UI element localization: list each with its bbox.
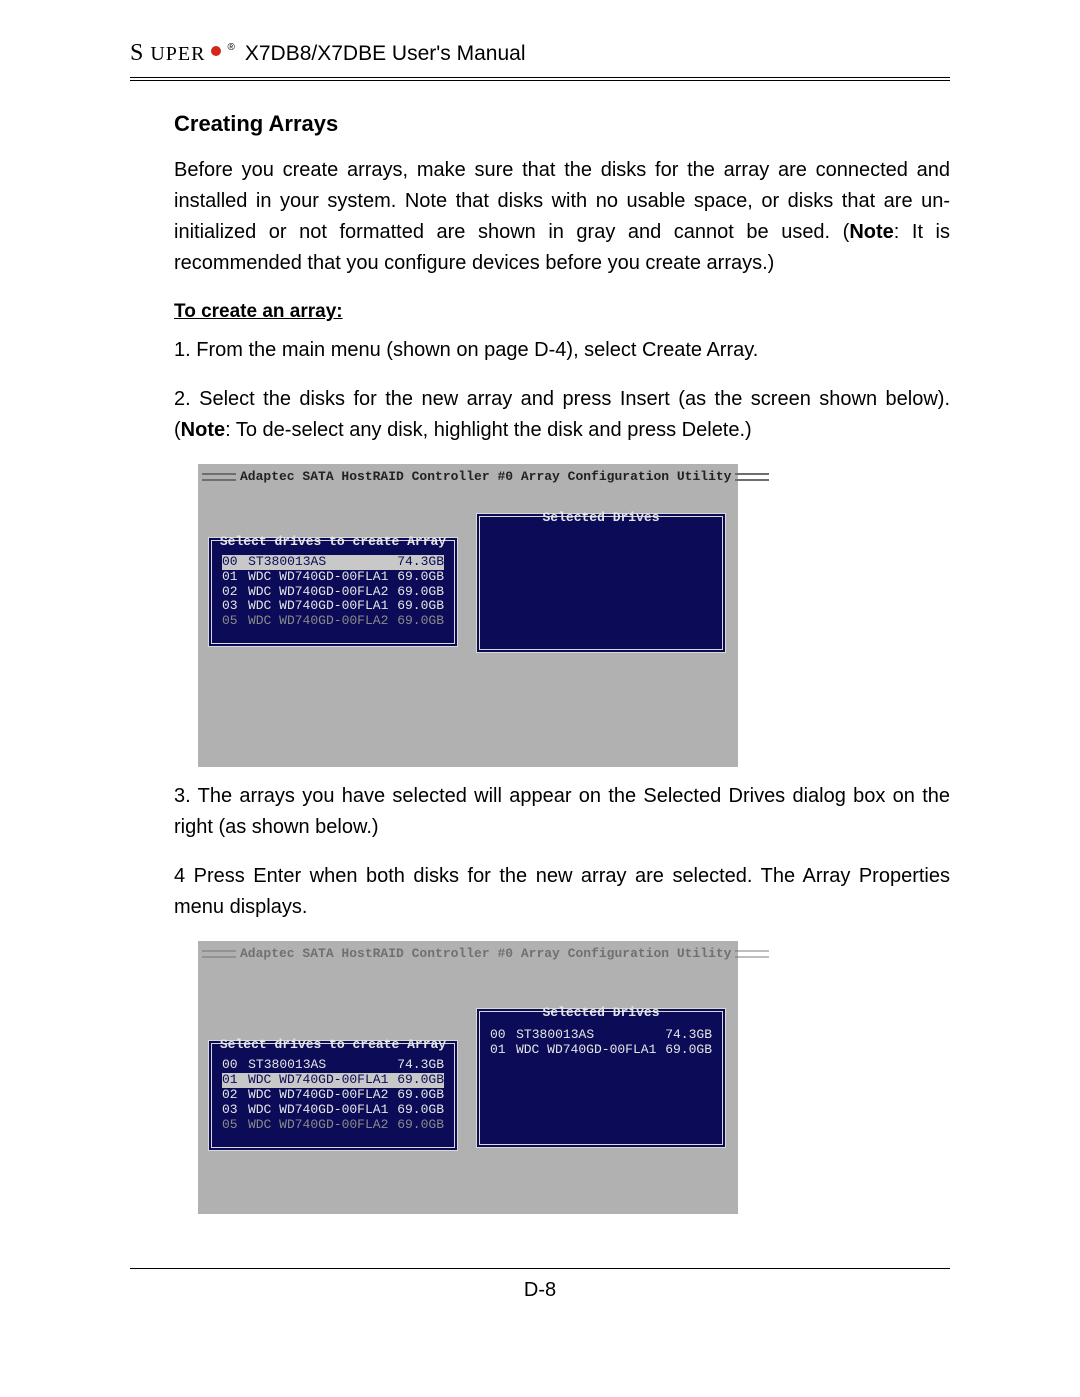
drive-list: 00ST380013AS74.3GB01WDC WD740GD-00FLA169… xyxy=(222,1058,444,1133)
drive-row: 02WDC WD740GD-00FLA269.0GB xyxy=(222,585,444,600)
drive-row: 05WDC WD740GD-00FLA269.0GB xyxy=(222,1118,444,1133)
manual-title: X7DB8/X7DBE User's Manual xyxy=(245,42,526,66)
drive-row: 01WDC WD740GD-00FLA169.0GB xyxy=(490,1043,712,1058)
drive-size: 69.0GB xyxy=(388,1073,444,1088)
brand-initial: S xyxy=(130,40,144,67)
screenshot-title: Adaptec SATA HostRAID Controller #0 Arra… xyxy=(236,944,735,964)
drive-model: WDC WD740GD-00FLA2 xyxy=(248,585,388,600)
brand-dot-icon xyxy=(211,46,221,56)
drive-size: 74.3GB xyxy=(388,1058,444,1073)
screenshot-body: Select drives to create Array 00ST380013… xyxy=(198,964,738,1214)
drive-id: 02 xyxy=(222,585,248,600)
drive-row: 01WDC WD740GD-00FLA169.0GB xyxy=(222,570,444,585)
drive-id: 00 xyxy=(490,1028,516,1043)
drive-list: 00ST380013AS74.3GB01WDC WD740GD-00FLA169… xyxy=(222,555,444,630)
brand-rest: UPER xyxy=(150,43,205,66)
drive-model: WDC WD740GD-00FLA2 xyxy=(248,1118,388,1133)
intro-text-a: Before you create arrays, make sure that… xyxy=(174,159,950,243)
drive-model: WDC WD740GD-00FLA1 xyxy=(248,1103,388,1118)
screenshot-titlebar: Adaptec SATA HostRAID Controller #0 Arra… xyxy=(198,941,738,964)
page-number: D-8 xyxy=(130,1279,950,1302)
panel-label: Select drives to create Array xyxy=(212,532,454,552)
title-rule-icon xyxy=(735,473,769,481)
drive-size: 69.0GB xyxy=(388,614,444,629)
drive-id: 03 xyxy=(222,599,248,614)
drive-id: 03 xyxy=(222,1103,248,1118)
drive-size: 69.0GB xyxy=(656,1043,712,1058)
procedure-subhead: To create an array: xyxy=(174,297,950,326)
step-3: 3. The arrays you have selected will app… xyxy=(174,781,950,843)
screenshot-titlebar: Adaptec SATA HostRAID Controller #0 Arra… xyxy=(198,464,738,487)
drive-size: 69.0GB xyxy=(388,1088,444,1103)
drive-id: 01 xyxy=(222,1073,248,1088)
drive-size: 74.3GB xyxy=(656,1028,712,1043)
drive-size: 69.0GB xyxy=(388,1118,444,1133)
drive-size: 69.0GB xyxy=(388,570,444,585)
drive-id: 01 xyxy=(222,570,248,585)
selected-drive-list: 00ST380013AS74.3GB01WDC WD740GD-00FLA169… xyxy=(490,1026,712,1058)
drive-model: WDC WD740GD-00FLA1 xyxy=(248,570,388,585)
step-1: 1. From the main menu (shown on page D-4… xyxy=(174,335,950,366)
document-page: S UPER ® X7DB8/X7DBE User's Manual Creati… xyxy=(0,0,1080,1342)
drive-id: 01 xyxy=(490,1043,516,1058)
select-drives-panel: Select drives to create Array 00ST380013… xyxy=(208,537,458,648)
step-2-note-label: Note xyxy=(181,419,225,441)
footer-rule xyxy=(130,1268,950,1269)
intro-note-label: Note xyxy=(849,221,893,243)
drive-size: 69.0GB xyxy=(388,599,444,614)
screenshot-select-drives: Adaptec SATA HostRAID Controller #0 Arra… xyxy=(198,464,738,767)
drive-model: WDC WD740GD-00FLA2 xyxy=(248,1088,388,1103)
select-drives-panel: Select drives to create Array 00ST380013… xyxy=(208,1040,458,1151)
section-title: Creating Arrays xyxy=(174,107,950,141)
drive-model: WDC WD740GD-00FLA1 xyxy=(516,1043,656,1058)
registered-mark: ® xyxy=(227,42,234,53)
drive-id: 00 xyxy=(222,555,248,570)
page-header: S UPER ® X7DB8/X7DBE User's Manual xyxy=(130,40,950,81)
title-rule-icon xyxy=(202,473,236,481)
drive-model: ST380013AS xyxy=(516,1028,656,1043)
drive-row: 00ST380013AS74.3GB xyxy=(490,1028,712,1043)
selected-drives-panel: Selected Drives xyxy=(476,513,726,653)
drive-id: 02 xyxy=(222,1088,248,1103)
drive-row: 02WDC WD740GD-00FLA269.0GB xyxy=(222,1088,444,1103)
drive-model: WDC WD740GD-00FLA1 xyxy=(248,599,388,614)
drive-size: 69.0GB xyxy=(388,1103,444,1118)
drive-row: 01WDC WD740GD-00FLA169.0GB xyxy=(222,1073,444,1088)
title-rule-icon xyxy=(202,950,236,958)
selected-drives-panel: Selected Drives 00ST380013AS74.3GB01WDC … xyxy=(476,1008,726,1148)
step-4: 4 Press Enter when both disks for the ne… xyxy=(174,861,950,923)
drive-model: ST380013AS xyxy=(248,555,388,570)
drive-row: 03WDC WD740GD-00FLA169.0GB xyxy=(222,599,444,614)
panel-label: Selected Drives xyxy=(480,1003,722,1023)
title-rule-icon xyxy=(735,950,769,958)
drive-size: 69.0GB xyxy=(388,585,444,600)
drive-id: 00 xyxy=(222,1058,248,1073)
drive-row: 00ST380013AS74.3GB xyxy=(222,555,444,570)
drive-id: 05 xyxy=(222,614,248,629)
drive-row: 03WDC WD740GD-00FLA169.0GB xyxy=(222,1103,444,1118)
drive-model: ST380013AS xyxy=(248,1058,388,1073)
drive-row: 00ST380013AS74.3GB xyxy=(222,1058,444,1073)
drive-row: 05WDC WD740GD-00FLA269.0GB xyxy=(222,614,444,629)
screenshot-body: Select drives to create Array 00ST380013… xyxy=(198,487,738,767)
page-content: Creating Arrays Before you create arrays… xyxy=(130,81,950,1238)
step-2-text-b: : To de-select any disk, highlight the d… xyxy=(225,419,752,441)
drive-model: WDC WD740GD-00FLA1 xyxy=(248,1073,388,1088)
screenshot-title: Adaptec SATA HostRAID Controller #0 Arra… xyxy=(236,467,735,487)
intro-paragraph: Before you create arrays, make sure that… xyxy=(174,155,950,279)
drive-size: 74.3GB xyxy=(388,555,444,570)
step-2: 2. Select the disks for the new array an… xyxy=(174,384,950,446)
drive-id: 05 xyxy=(222,1118,248,1133)
panel-label: Select drives to create Array xyxy=(212,1035,454,1055)
panel-label: Selected Drives xyxy=(480,508,722,528)
drive-model: WDC WD740GD-00FLA2 xyxy=(248,614,388,629)
screenshot-selected-drives: Adaptec SATA HostRAID Controller #0 Arra… xyxy=(198,941,738,1214)
